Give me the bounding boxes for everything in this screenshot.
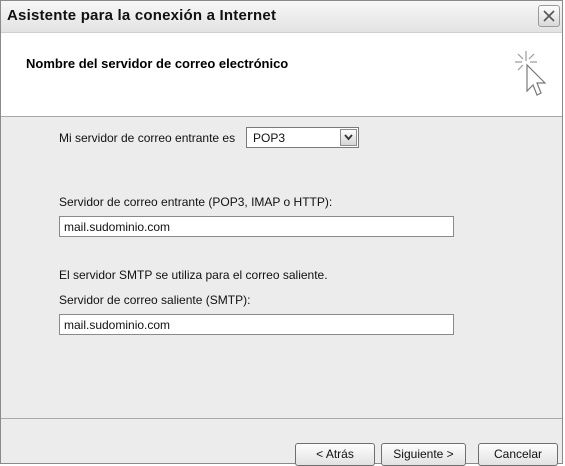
chevron-down-icon <box>344 134 353 141</box>
next-button[interactable]: Siguiente > <box>381 443 466 466</box>
wizard-content: Mi servidor de correo entrante es POP3 S… <box>1 117 562 418</box>
cursor-sparkle-icon <box>515 51 547 96</box>
back-button[interactable]: < Atrás <box>295 443 375 466</box>
outgoing-server-value: mail.sudominio.com <box>64 318 171 332</box>
cancel-button[interactable]: Cancelar <box>478 443 558 466</box>
close-icon <box>543 10 555 22</box>
incoming-server-value: mail.sudominio.com <box>64 220 171 234</box>
title-bar: Asistente para la conexión a Internet <box>1 1 562 33</box>
incoming-server-input[interactable]: mail.sudominio.com <box>59 216 454 237</box>
wizard-window: Asistente para la conexión a Internet No… <box>0 0 563 466</box>
wizard-header: Nombre del servidor de correo electrónic… <box>1 33 562 117</box>
wizard-footer: < Atrás Siguiente > Cancelar <box>1 418 562 466</box>
incoming-type-value: POP3 <box>253 131 286 145</box>
page-title: Nombre del servidor de correo electrónic… <box>26 56 289 71</box>
window-title: Asistente para la conexión a Internet <box>7 7 277 24</box>
outgoing-server-input[interactable]: mail.sudominio.com <box>59 314 454 335</box>
incoming-type-select[interactable]: POP3 <box>246 127 359 148</box>
incoming-type-label: Mi servidor de correo entrante es <box>59 131 236 145</box>
smtp-note: El servidor SMTP se utiliza para el corr… <box>59 268 328 282</box>
close-button[interactable] <box>538 5 560 27</box>
incoming-server-label: Servidor de correo entrante (POP3, IMAP … <box>59 195 333 209</box>
outgoing-server-label: Servidor de correo saliente (SMTP): <box>59 293 251 307</box>
dropdown-button[interactable] <box>340 129 357 146</box>
